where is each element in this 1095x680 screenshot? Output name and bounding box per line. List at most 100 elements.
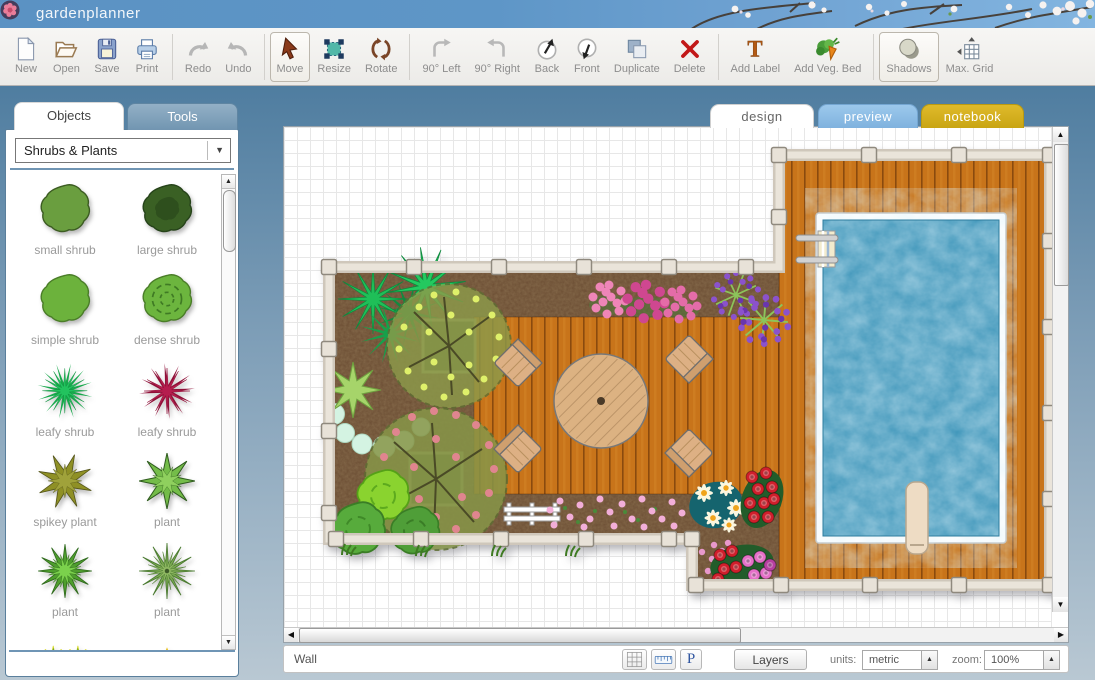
app-logo-flower-icon (0, 0, 20, 20)
toolbar-separator (172, 34, 173, 80)
text-label-icon: T (742, 36, 768, 62)
chevron-down-icon: ▼ (215, 145, 224, 155)
tab-preview[interactable]: preview (818, 104, 918, 128)
chevron-up-icon[interactable]: ▲ (1043, 651, 1059, 669)
shadows-icon (896, 36, 922, 62)
diving-board[interactable] (906, 482, 928, 554)
photo-mode-button[interactable]: P (680, 649, 702, 670)
spikey-plant-icon (37, 453, 93, 509)
tab-objects[interactable]: Objects (14, 102, 124, 130)
scroll-up-icon[interactable]: ▲ (1053, 127, 1068, 142)
resize-handles-icon (321, 36, 347, 62)
canvas-vertical-scrollbar[interactable]: ▲ ▼ (1052, 127, 1068, 612)
titlebar-background (0, 0, 1095, 28)
objects-panel: Shrubs & Plants ▼ small shrub large shru… (5, 129, 239, 677)
tab-tools[interactable]: Tools (127, 103, 238, 130)
plant-item-small-shrub[interactable]: small shrub (14, 181, 116, 267)
move-button[interactable]: Move (270, 32, 311, 82)
ruler-button[interactable] (651, 649, 676, 670)
scroll-down-icon[interactable]: ▼ (222, 635, 235, 649)
duplicate-button[interactable]: Duplicate (607, 32, 667, 82)
dense-shrub-icon (139, 271, 195, 327)
leafy-shrub-red-icon (139, 363, 195, 419)
grid-toggle-button[interactable] (622, 649, 647, 670)
scroll-down-icon[interactable]: ▼ (1053, 597, 1068, 612)
bring-front-button[interactable]: Front (567, 32, 607, 82)
max-grid-button[interactable]: Max. Grid (939, 32, 1001, 82)
delete-x-icon (677, 36, 703, 62)
plant-item-simple-shrub[interactable]: simple shrub (14, 271, 116, 357)
plant-item-plant-star[interactable]: plant (116, 453, 218, 539)
garden-plan (284, 127, 1052, 627)
layers-button[interactable]: Layers (734, 649, 807, 670)
move-cursor-icon (277, 36, 303, 62)
plant-item-partial[interactable] (116, 629, 218, 650)
plant-list-scrollbar[interactable]: ▲ ▼ (221, 174, 236, 650)
open-button[interactable]: Open (46, 32, 87, 82)
new-document-icon (13, 36, 39, 62)
units-value: metric (869, 654, 899, 666)
print-icon (134, 36, 160, 62)
plant-list: small shrub large shrub simple shrub den… (6, 170, 224, 650)
plant-item-dense-shrub[interactable]: dense shrub (116, 271, 218, 357)
delete-button[interactable]: Delete (667, 32, 713, 82)
undo-button[interactable]: Undo (218, 32, 258, 82)
panel-bottom-divider (9, 650, 235, 652)
toolbar-separator (409, 34, 410, 80)
save-button[interactable]: Save (87, 32, 127, 82)
tab-design[interactable]: design (710, 104, 814, 128)
rotate-90-right-button[interactable]: 90° Right (468, 32, 527, 82)
category-dropdown[interactable]: Shrubs & Plants ▼ (15, 138, 231, 163)
send-back-icon (534, 36, 560, 62)
plant-item-large-shrub[interactable]: large shrub (116, 181, 218, 267)
plant-star-icon (139, 453, 195, 509)
scroll-up-icon[interactable]: ▲ (222, 175, 235, 189)
plant-item-partial[interactable] (14, 629, 116, 650)
rotate-90-left-button[interactable]: 90° Left (415, 32, 467, 82)
plant-item-leafy-shrub-red[interactable]: leafy shrub (116, 363, 218, 449)
units-dropdown[interactable]: metric ▲ (862, 650, 938, 670)
plant-burst-icon (37, 543, 93, 599)
rotate-button[interactable]: Rotate (358, 32, 404, 82)
new-button[interactable]: New (6, 32, 46, 82)
undo-arrow-icon (225, 36, 251, 62)
add-veg-bed-button[interactable]: Add Veg. Bed (787, 32, 868, 82)
zoom-value: 100% (991, 654, 1019, 666)
canvas-horizontal-scrollbar[interactable]: ◀ ▶ (284, 627, 1068, 642)
resize-button[interactable]: Resize (310, 32, 358, 82)
design-canvas: ▲ ▼ ◀ ▶ (283, 126, 1069, 643)
rotate-right-icon (484, 36, 510, 62)
plant-item-spikey-plant[interactable]: spikey plant (14, 453, 116, 539)
plant-item-plant-rosette[interactable]: plant (116, 543, 218, 629)
save-floppy-icon (94, 36, 120, 62)
chevron-up-icon[interactable]: ▲ (921, 651, 937, 669)
shadows-button[interactable]: Shadows (879, 32, 938, 82)
bring-front-icon (574, 36, 600, 62)
toolbar-separator (873, 34, 874, 80)
P-icon: P (687, 651, 695, 667)
scroll-right-icon[interactable]: ▶ (1054, 628, 1068, 642)
add-label-button[interactable]: T Add Label (724, 32, 788, 82)
simple-shrub-icon (37, 271, 93, 327)
ruler-icon (652, 650, 675, 669)
canvas-grid-area[interactable] (284, 127, 1052, 627)
plant-scroll-thumb[interactable] (223, 190, 236, 252)
zoom-dropdown[interactable]: 100% ▲ (984, 650, 1060, 670)
print-button[interactable]: Print (127, 32, 167, 82)
redo-button[interactable]: Redo (178, 32, 218, 82)
plant-item-leafy-shrub-green[interactable]: leafy shrub (14, 363, 116, 449)
selection-status-label: Wall (294, 652, 317, 666)
redo-arrow-icon (185, 36, 211, 62)
canvas-hscroll-thumb[interactable] (299, 628, 741, 643)
titlebar: gardenplanner (0, 0, 1095, 28)
app-title: gardenplanner (36, 5, 141, 22)
send-back-button[interactable]: Back (527, 32, 567, 82)
grid-icon (623, 650, 646, 669)
scroll-left-icon[interactable]: ◀ (284, 628, 298, 642)
svg-text:T: T (748, 36, 763, 61)
tab-notebook[interactable]: notebook (921, 104, 1024, 128)
open-folder-icon (53, 36, 79, 62)
canvas-vscroll-thumb[interactable] (1054, 144, 1069, 286)
plant-item-plant-burst[interactable]: plant (14, 543, 116, 629)
tree-yellow[interactable] (387, 284, 511, 408)
